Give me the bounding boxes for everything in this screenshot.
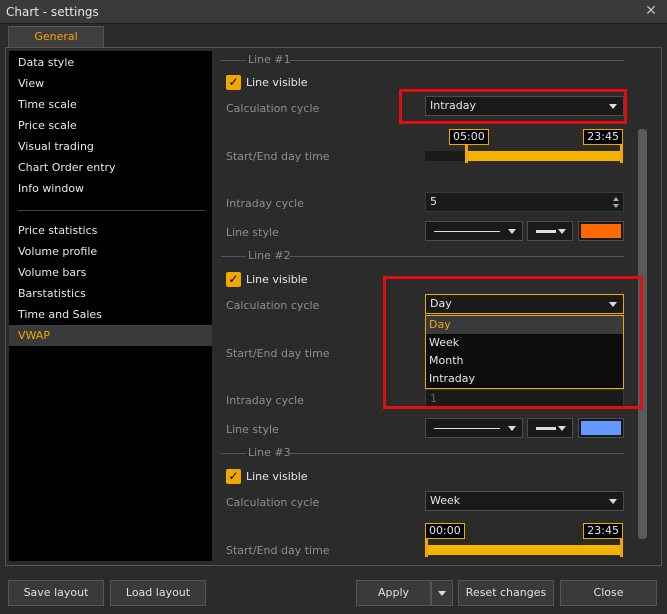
save-layout-button[interactable]: Save layout [8,580,104,606]
line3-section-header: Line #3 [218,445,624,461]
line1-intraday-value: 5 [430,195,437,208]
line2-intraday-label: Intraday cycle [226,394,304,407]
thin-line-icon [434,428,500,429]
line1-visible-label: Line visible [246,76,308,89]
nav-item-barstatistics[interactable]: Barstatistics [9,283,212,304]
nav-item-volume-profile[interactable]: Volume profile [9,241,212,262]
thick-line-icon [536,427,556,430]
nav-item-vwap[interactable]: VWAP [9,325,212,346]
line2-color-swatch [581,421,621,435]
nav-item-info-window[interactable]: Info window [9,178,212,199]
close-icon[interactable]: ✕ [643,3,659,19]
tab-strip: General [0,24,667,48]
line2-startend-label: Start/End day time [226,347,330,360]
apply-dropdown-button[interactable] [431,580,453,606]
line2-visible-checkbox[interactable]: ✓ [226,272,241,287]
line1-range-fill [466,151,621,161]
line2-style-label: Line style [226,423,279,436]
line3-time-range-slider[interactable]: 00:00 23:45 [425,523,623,557]
nav-divider [18,210,205,211]
stepper-down-icon[interactable] [613,204,619,208]
line1-calc-label: Calculation cycle [226,102,320,115]
line3-end-time: 23:45 [583,523,623,539]
load-layout-button[interactable]: Load layout [110,580,206,606]
line3-startend-label: Start/End day time [226,544,330,557]
settings-nav: Data style View Time scale Price scale V… [9,51,212,561]
reset-changes-button[interactable]: Reset changes [458,580,554,606]
tab-general[interactable]: General [8,26,104,48]
chevron-down-icon [609,499,617,504]
line1-visible-checkbox[interactable]: ✓ [226,75,241,90]
close-button[interactable]: Close [560,580,657,606]
nav-item-data-style[interactable]: Data style [9,52,212,73]
line2-heading: Line #2 [248,249,291,262]
line3-start-time: 00:00 [425,523,465,539]
line1-intraday-label: Intraday cycle [226,197,304,210]
nav-item-view[interactable]: View [9,73,212,94]
line1-color-picker[interactable] [578,221,624,241]
window-title: Chart - settings [6,5,99,19]
thin-line-icon [434,231,500,232]
chevron-down-icon [558,426,566,431]
line2-color-picker[interactable] [578,418,624,438]
chevron-down-icon [508,426,516,431]
line1-width-select[interactable] [527,221,573,241]
line1-style-label: Line style [226,226,279,239]
line1-intraday-stepper[interactable]: 5 [425,192,624,212]
line1-start-time: 05:00 [449,129,489,145]
chevron-down-icon [508,229,516,234]
line3-visible-label: Line visible [246,470,308,483]
line2-section-header: Line #2 [218,248,624,264]
line3-heading: Line #3 [248,446,291,459]
nav-item-volume-bars[interactable]: Volume bars [9,262,212,283]
chevron-down-icon [558,229,566,234]
line3-start-handle[interactable] [425,539,428,557]
line1-dash-style-select[interactable] [425,221,523,241]
line1-heading: Line #1 [248,53,291,66]
highlight-box-calc-cycle [399,89,627,124]
highlight-box-dropdown [383,276,643,409]
line2-visible-label: Line visible [246,273,308,286]
line1-color-swatch [581,224,621,238]
line1-startend-label: Start/End day time [226,150,330,163]
line3-end-handle[interactable] [620,539,623,557]
line2-calc-label: Calculation cycle [226,299,320,312]
stepper-up-icon[interactable] [613,197,619,201]
line3-calc-value: Week [430,494,461,507]
nav-item-price-statistics[interactable]: Price statistics [9,220,212,241]
line1-start-handle[interactable] [465,145,469,163]
nav-item-chart-order-entry[interactable]: Chart Order entry [9,157,212,178]
apply-button[interactable]: Apply [356,580,431,606]
line3-calc-cycle-select[interactable]: Week [425,491,624,511]
line1-end-handle[interactable] [620,145,623,163]
line2-dash-style-select[interactable] [425,418,523,438]
nav-item-time-and-sales[interactable]: Time and Sales [9,304,212,325]
line1-end-time: 23:45 [583,129,623,145]
chevron-down-icon [438,591,446,596]
line1-section-header: Line #1 [218,52,624,68]
line3-visible-checkbox[interactable]: ✓ [226,469,241,484]
line3-calc-label: Calculation cycle [226,496,320,509]
nav-item-time-scale[interactable]: Time scale [9,94,212,115]
line1-time-range-slider[interactable]: 05:00 23:45 [425,129,623,163]
nav-item-price-scale[interactable]: Price scale [9,115,212,136]
nav-item-visual-trading[interactable]: Visual trading [9,136,212,157]
line3-range-fill [425,545,622,555]
title-bar: Chart - settings ✕ [0,0,667,24]
thick-line-icon [536,230,556,233]
line2-width-select[interactable] [527,418,573,438]
